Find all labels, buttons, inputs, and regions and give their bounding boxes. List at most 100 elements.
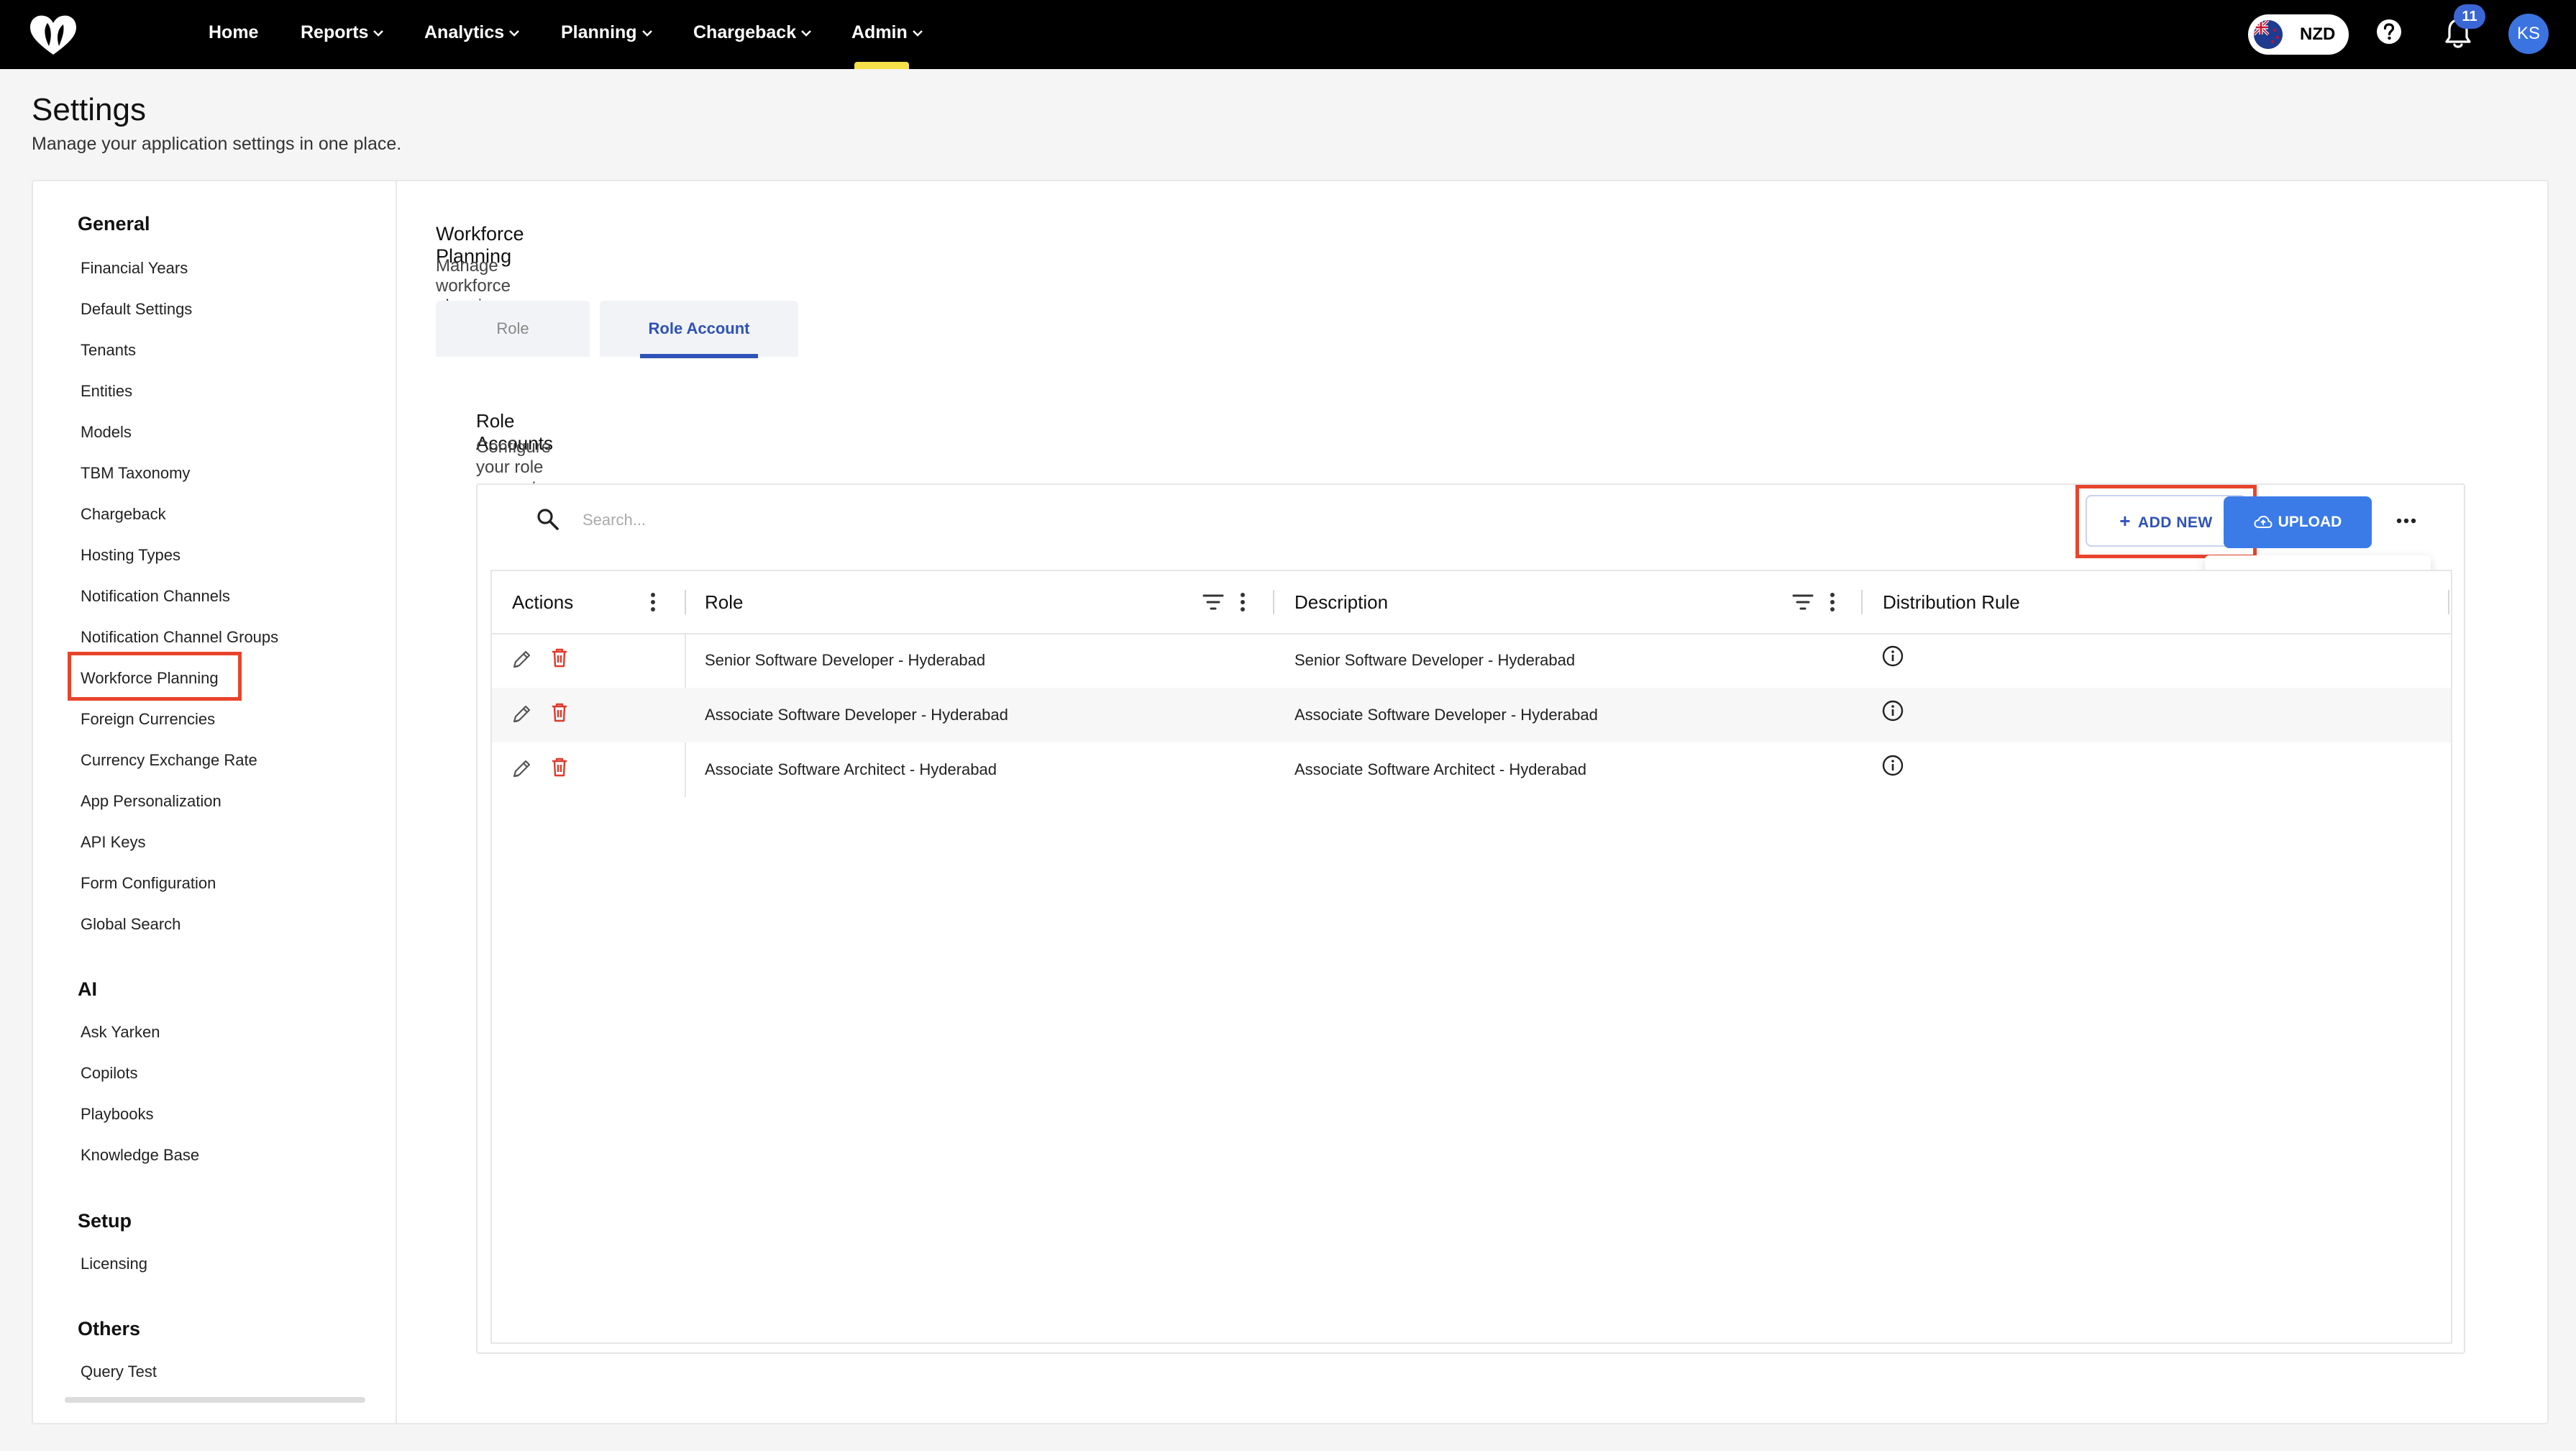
nav-chargeback[interactable]: Chargeback bbox=[693, 0, 813, 69]
filter-icon[interactable] bbox=[1792, 593, 1814, 611]
sidebar-item-knowledge-base[interactable]: Knowledge Base bbox=[81, 1146, 199, 1165]
chevron-down-icon bbox=[801, 30, 812, 37]
sidebar-group-general: General bbox=[78, 213, 150, 235]
chevron-down-icon bbox=[373, 30, 384, 37]
tab-role-account[interactable]: Role Account bbox=[600, 301, 798, 357]
currency-label: NZD bbox=[2300, 24, 2336, 44]
chevron-down-icon bbox=[641, 30, 652, 37]
column-menu-icon[interactable] bbox=[650, 591, 656, 613]
sidebar-item-licensing[interactable]: Licensing bbox=[81, 1255, 147, 1273]
sidebar-item-form-configuration[interactable]: Form Configuration bbox=[81, 874, 216, 893]
avatar[interactable]: KS bbox=[2508, 14, 2549, 54]
column-menu-icon[interactable] bbox=[1240, 591, 1246, 613]
more-horizontal-icon[interactable] bbox=[2393, 508, 2419, 534]
sidebar-item-global-search[interactable]: Global Search bbox=[81, 915, 181, 934]
edit-icon[interactable] bbox=[511, 647, 534, 670]
column-resizer[interactable] bbox=[2448, 590, 2449, 614]
sidebar-item-entities[interactable]: Entities bbox=[81, 382, 132, 401]
settings-sidebar: General Financial Years Default Settings… bbox=[33, 181, 397, 1423]
sidebar-item-chargeback[interactable]: Chargeback bbox=[81, 505, 166, 524]
nav-reports-label: Reports bbox=[301, 22, 369, 42]
nav-home[interactable]: Home bbox=[209, 0, 258, 69]
column-header-distribution-rule[interactable]: Distribution Rule bbox=[1883, 571, 2020, 633]
upload-button[interactable]: UPLOAD bbox=[2224, 496, 2372, 548]
role-cell: Associate Software Developer - Hyderabad bbox=[705, 706, 1008, 724]
edit-icon[interactable] bbox=[511, 702, 534, 725]
table-row: Associate Software Architect - Hyderabad… bbox=[492, 742, 2451, 797]
currency-selector[interactable]: NZD bbox=[2248, 14, 2349, 55]
add-new-label: ADD NEW bbox=[2137, 514, 2213, 531]
logo-icon[interactable] bbox=[27, 13, 79, 56]
help-icon[interactable] bbox=[2375, 17, 2403, 46]
description-cell: Senior Software Developer - Hyderabad bbox=[1294, 651, 1576, 669]
add-new-button[interactable]: + ADD NEW bbox=[2086, 495, 2247, 547]
chevron-down-icon bbox=[509, 30, 520, 37]
nz-flag-icon bbox=[2254, 20, 2283, 49]
sidebar-group-others: Others bbox=[78, 1318, 141, 1339]
active-nav-indicator bbox=[854, 62, 909, 69]
sidebar-item-copilots[interactable]: Copilots bbox=[81, 1064, 137, 1083]
search-icon bbox=[537, 509, 559, 530]
nav-analytics[interactable]: Analytics bbox=[424, 0, 521, 69]
table-header: Actions Role Description Distribution Ru… bbox=[492, 571, 2451, 634]
sidebar-item-workforce-planning[interactable]: Workforce Planning bbox=[81, 669, 219, 688]
sidebar-group-ai: AI bbox=[78, 978, 97, 1000]
sidebar-item-ask-yarken[interactable]: Ask Yarken bbox=[81, 1023, 160, 1042]
tab-role[interactable]: Role bbox=[436, 301, 590, 357]
nav-analytics-label: Analytics bbox=[424, 22, 505, 42]
sidebar-item-default-settings[interactable]: Default Settings bbox=[81, 300, 192, 319]
role-cell: Senior Software Developer - Hyderabad bbox=[705, 651, 986, 669]
edit-icon[interactable] bbox=[511, 757, 534, 780]
column-resizer[interactable] bbox=[1861, 590, 1863, 614]
info-icon[interactable] bbox=[1881, 754, 1904, 777]
sidebar-item-hosting-types[interactable]: Hosting Types bbox=[81, 546, 181, 565]
column-header-role[interactable]: Role bbox=[705, 571, 743, 633]
sidebar-item-currency-exchange-rate[interactable]: Currency Exchange Rate bbox=[81, 751, 257, 770]
delete-icon[interactable] bbox=[548, 646, 571, 669]
nav-chargeback-label: Chargeback bbox=[693, 22, 797, 42]
delete-icon[interactable] bbox=[548, 755, 571, 778]
sidebar-item-notification-channel-groups[interactable]: Notification Channel Groups bbox=[81, 628, 278, 647]
chevron-down-icon bbox=[912, 30, 923, 37]
column-resizer[interactable] bbox=[1273, 590, 1274, 614]
sidebar-item-query-test[interactable]: Query Test bbox=[81, 1363, 157, 1381]
role-cell: Associate Software Architect - Hyderabad bbox=[705, 760, 997, 778]
sidebar-item-tenants[interactable]: Tenants bbox=[81, 341, 136, 360]
nav-reports[interactable]: Reports bbox=[301, 0, 385, 69]
description-cell: Associate Software Architect - Hyderabad bbox=[1294, 760, 1586, 778]
sidebar-item-playbooks[interactable]: Playbooks bbox=[81, 1105, 154, 1124]
info-icon[interactable] bbox=[1881, 645, 1904, 668]
sidebar-item-tbm-taxonomy[interactable]: TBM Taxonomy bbox=[81, 464, 190, 483]
column-header-description[interactable]: Description bbox=[1294, 571, 1388, 633]
plus-icon: + bbox=[2119, 510, 2131, 532]
active-tab-indicator bbox=[640, 354, 758, 358]
column-resizer[interactable] bbox=[685, 590, 686, 614]
sidebar-item-api-keys[interactable]: API Keys bbox=[81, 833, 145, 852]
sidebar-group-setup: Setup bbox=[78, 1210, 132, 1232]
sidebar-item-notification-channels[interactable]: Notification Channels bbox=[81, 587, 230, 606]
nav-planning[interactable]: Planning bbox=[561, 0, 654, 69]
sidebar-item-app-personalization[interactable]: App Personalization bbox=[81, 792, 221, 811]
sidebar-item-models[interactable]: Models bbox=[81, 423, 132, 442]
sidebar-item-foreign-currencies[interactable]: Foreign Currencies bbox=[81, 710, 215, 729]
column-menu-icon[interactable] bbox=[1830, 591, 1835, 613]
top-navigation-bar: Home Reports Analytics Planning Chargeba… bbox=[0, 0, 2576, 69]
nav-admin-label: Admin bbox=[851, 22, 908, 42]
nav-planning-label: Planning bbox=[561, 22, 637, 42]
sidebar-item-financial-years[interactable]: Financial Years bbox=[81, 259, 188, 278]
nav-home-label: Home bbox=[209, 22, 259, 42]
column-header-actions: Actions bbox=[512, 591, 574, 613]
info-icon[interactable] bbox=[1881, 699, 1904, 722]
cloud-upload-icon bbox=[2254, 516, 2273, 529]
filter-icon[interactable] bbox=[1202, 593, 1224, 611]
table-row: Associate Software Developer - Hyderabad… bbox=[492, 688, 2451, 742]
notification-badge: 11 bbox=[2454, 4, 2485, 29]
nav-admin[interactable]: Admin bbox=[851, 0, 925, 69]
role-accounts-table: Actions Role Description Distribution Ru… bbox=[490, 570, 2452, 1344]
page-title: Settings bbox=[32, 92, 146, 127]
sidebar-scrollbar[interactable] bbox=[65, 1397, 365, 1403]
search-input[interactable] bbox=[581, 504, 1591, 537]
description-cell: Associate Software Developer - Hyderabad bbox=[1294, 706, 1598, 724]
upload-label: UPLOAD bbox=[2278, 514, 2342, 530]
delete-icon[interactable] bbox=[548, 701, 571, 724]
